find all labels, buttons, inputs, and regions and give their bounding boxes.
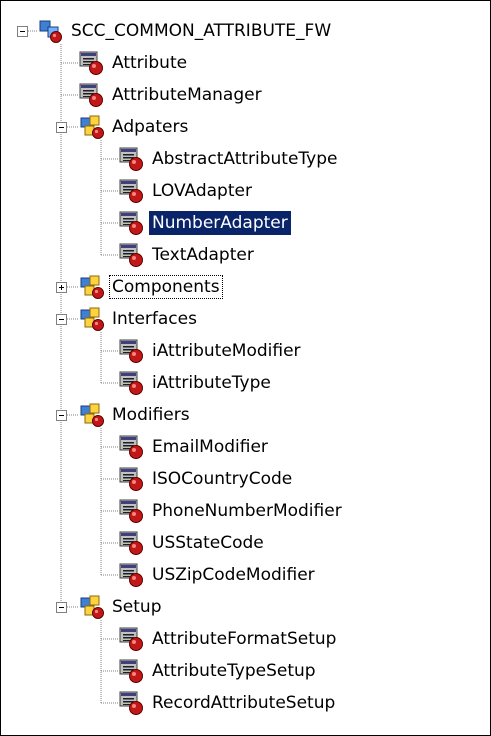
tree-item-phonenumbermodifier[interactable]: PhoneNumberModifier bbox=[149, 499, 345, 523]
class-icon bbox=[119, 690, 145, 716]
tree-item-attributeformatsetup[interactable]: AttributeFormatSetup bbox=[149, 627, 339, 651]
class-icon bbox=[119, 338, 145, 364]
tree-item-iattributemodifier[interactable]: iAttributeModifier bbox=[149, 339, 304, 363]
tree-item-attributemanager[interactable]: AttributeManager bbox=[109, 83, 265, 107]
tree-folder-setup[interactable]: Setup bbox=[109, 595, 164, 619]
tree-folder-adpaters[interactable]: Adpaters bbox=[109, 115, 191, 139]
tree-toggle-modifiers[interactable] bbox=[56, 410, 67, 421]
class-icon bbox=[119, 626, 145, 652]
tree-item-iattributetype[interactable]: iAttributeType bbox=[149, 371, 274, 395]
tree-folder-interfaces[interactable]: Interfaces bbox=[109, 307, 200, 331]
class-icon bbox=[119, 434, 145, 460]
tree-toggle-components[interactable] bbox=[56, 282, 67, 293]
tree-item-usstatecode[interactable]: USStateCode bbox=[149, 531, 267, 555]
tree-item-recordattributesetup[interactable]: RecordAttributeSetup bbox=[149, 691, 338, 715]
tree-item-isocountrycode[interactable]: ISOCountryCode bbox=[149, 467, 295, 491]
package-icon bbox=[79, 274, 105, 300]
tree-root-label[interactable]: SCC_COMMON_ATTRIBUTE_FW bbox=[68, 19, 334, 43]
package-icon bbox=[79, 594, 105, 620]
tree-item-emailmodifier[interactable]: EmailModifier bbox=[149, 435, 271, 459]
class-icon bbox=[119, 242, 145, 268]
class-icon bbox=[119, 530, 145, 556]
package-icon bbox=[79, 306, 105, 332]
class-icon bbox=[119, 498, 145, 524]
class-icon bbox=[79, 50, 105, 76]
class-icon bbox=[119, 466, 145, 492]
class-icon bbox=[119, 210, 145, 236]
tree-item-attribute[interactable]: Attribute bbox=[109, 51, 190, 75]
tree-toggle-setup[interactable] bbox=[56, 602, 67, 613]
package-root-icon bbox=[38, 18, 64, 44]
tree-item-numberadapter[interactable]: NumberAdapter bbox=[149, 211, 291, 235]
tree-toggle-interfaces[interactable] bbox=[56, 314, 67, 325]
root-expand-toggle[interactable] bbox=[17, 26, 28, 37]
tree-item-lovadapter[interactable]: LOVAdapter bbox=[149, 179, 255, 203]
package-icon bbox=[79, 402, 105, 428]
class-icon bbox=[119, 658, 145, 684]
class-icon bbox=[119, 370, 145, 396]
tree-toggle-adpaters[interactable] bbox=[56, 122, 67, 133]
tree-folder-components[interactable]: Components bbox=[109, 275, 223, 299]
package-icon bbox=[79, 114, 105, 140]
tree-item-abstractattributetype[interactable]: AbstractAttributeType bbox=[149, 147, 340, 171]
class-icon bbox=[119, 178, 145, 204]
tree-item-attributetypesetup[interactable]: AttributeTypeSetup bbox=[149, 659, 319, 683]
tree-item-uszipcodemodifier[interactable]: USZipCodeModifier bbox=[149, 563, 318, 587]
tree-view[interactable]: SCC_COMMON_ATTRIBUTE_FW Attribute Attribut… bbox=[0, 0, 491, 736]
class-icon bbox=[79, 82, 105, 108]
class-icon bbox=[119, 562, 145, 588]
tree-item-textadapter[interactable]: TextAdapter bbox=[149, 243, 257, 267]
tree-folder-modifiers[interactable]: Modifiers bbox=[109, 403, 193, 427]
tree-connector-lines bbox=[28, 30, 119, 704]
class-icon bbox=[119, 146, 145, 172]
